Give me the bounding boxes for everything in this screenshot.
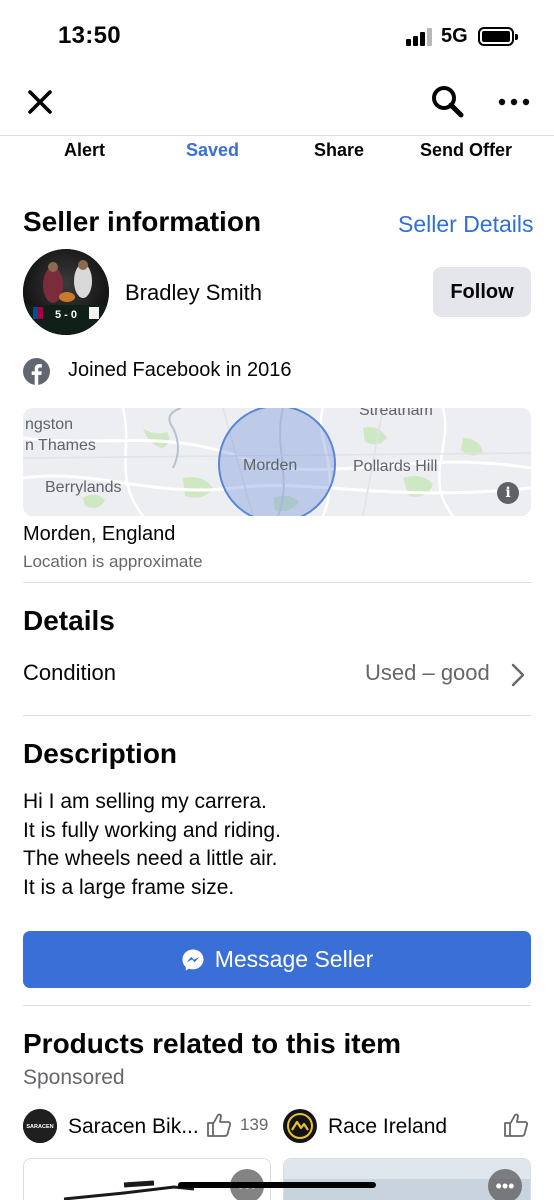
status-bar: 13:50 5G	[0, 0, 554, 72]
search-button[interactable]	[428, 82, 468, 122]
map-label-berrylands: Berrylands	[45, 479, 122, 496]
nav-bar	[0, 72, 554, 136]
seller-info-title: Seller information	[23, 206, 262, 237]
condition-value[interactable]: Used – good	[365, 660, 490, 686]
like-icon[interactable]	[502, 1111, 530, 1139]
map-label-kingston: ngston	[25, 416, 74, 433]
sponsored-label: Sponsored	[23, 1066, 125, 1089]
seller-details-link[interactable]: Seller Details	[398, 211, 534, 238]
related-products-title: Products related to this item	[23, 1028, 402, 1059]
messenger-icon	[182, 949, 204, 970]
home-indicator	[178, 1182, 376, 1188]
map-label-thames: n Thames	[25, 437, 96, 454]
brand-name-race-ireland[interactable]: Race Ireland	[328, 1115, 447, 1139]
follow-button[interactable]: Follow	[433, 267, 531, 317]
like-icon[interactable]	[205, 1111, 233, 1139]
more-dots-icon	[498, 98, 530, 106]
race-ireland-logo[interactable]	[283, 1109, 317, 1143]
map-info-icon[interactable]: i	[497, 482, 519, 504]
location-name: Morden, England	[23, 523, 176, 545]
chevron-right-icon[interactable]	[510, 662, 526, 688]
product-card[interactable]: •••	[23, 1158, 271, 1200]
map-label-pollards-hill: Pollards Hill	[353, 458, 438, 475]
description-line: It is fully working and riding.	[23, 818, 281, 842]
details-title: Details	[23, 605, 115, 636]
network-type: 5G	[441, 25, 468, 47]
divider	[23, 582, 531, 583]
more-options-button[interactable]	[494, 86, 534, 118]
avatar-caption: 5 - 0	[55, 309, 77, 321]
status-time: 13:50	[58, 22, 121, 49]
product-card[interactable]: •••	[283, 1158, 531, 1200]
search-icon	[432, 86, 464, 118]
joined-facebook-text: Joined Facebook in 2016	[68, 359, 292, 381]
card-more-button[interactable]: •••	[488, 1169, 522, 1200]
saracen-logo[interactable]: SARACEN	[23, 1109, 57, 1143]
divider	[23, 715, 531, 716]
saracen-logo-text: SARACEN	[26, 1124, 53, 1130]
battery-icon	[478, 27, 518, 46]
description-line: Hi I am selling my carrera.	[23, 790, 267, 813]
brand-name-saracen[interactable]: Saracen Bik...	[68, 1115, 199, 1139]
alert-button[interactable]: Alert	[64, 140, 105, 161]
share-button[interactable]: Share	[314, 140, 364, 161]
seller-name[interactable]: Bradley Smith	[125, 280, 262, 306]
description-title: Description	[23, 738, 178, 769]
cellular-signal-icon	[406, 28, 434, 46]
avatar-image: 5 - 0	[23, 249, 109, 335]
action-row: Alert Saved Share Send Offer	[0, 136, 554, 174]
description-line: It is a large frame size.	[23, 875, 235, 899]
divider	[23, 1005, 531, 1006]
map-label-streatham: Streatham	[359, 408, 433, 419]
close-button[interactable]	[22, 84, 58, 120]
location-map[interactable]: ngston n Thames Streatham Morden Pollard…	[23, 408, 531, 516]
description-text: Hi I am selling my carrera. It is fully …	[23, 788, 281, 902]
map-label-morden: Morden	[243, 457, 298, 474]
message-seller-label: Message Seller	[214, 946, 374, 972]
saved-button[interactable]: Saved	[186, 140, 239, 161]
send-offer-button[interactable]: Send Offer	[420, 140, 512, 161]
description-line: The wheels need a little air.	[23, 847, 278, 870]
like-count: 139	[240, 1115, 269, 1134]
avatar[interactable]: 5 - 0	[23, 249, 109, 335]
facebook-icon	[23, 358, 50, 385]
message-seller-button[interactable]: Message Seller	[23, 931, 531, 988]
close-icon	[28, 90, 52, 114]
condition-label: Condition	[23, 660, 116, 685]
location-note: Location is approximate	[23, 552, 203, 571]
